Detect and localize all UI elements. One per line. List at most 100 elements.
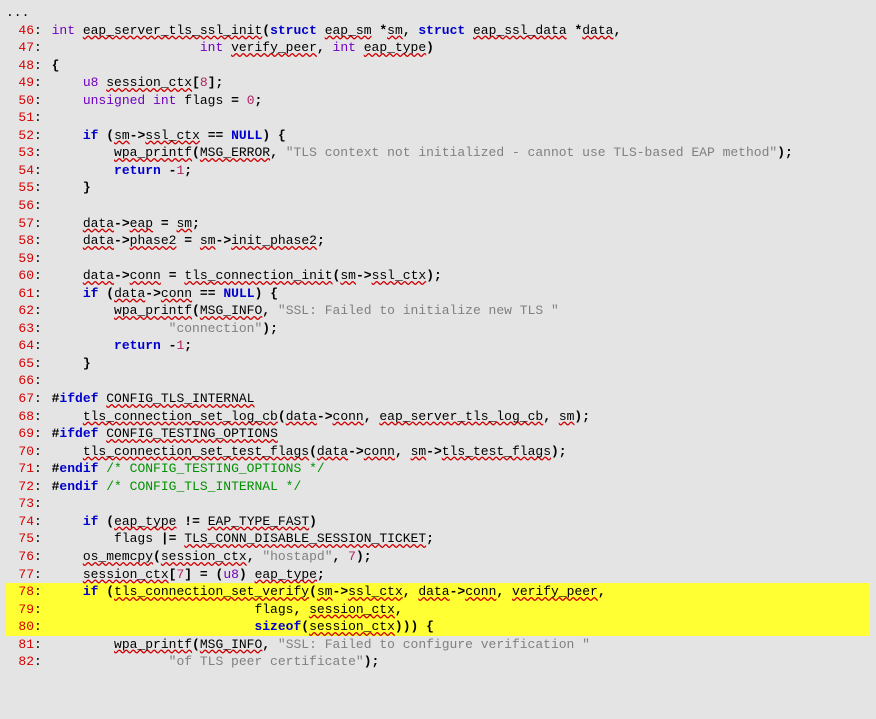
code-content: flags, session_ctx, bbox=[52, 601, 403, 619]
line-number: 67 bbox=[6, 390, 34, 408]
code-content: data->conn = tls_connection_init(sm->ssl… bbox=[52, 267, 442, 285]
line-number: 46 bbox=[6, 22, 34, 40]
line-number: 61 bbox=[6, 285, 34, 303]
line-number: 68 bbox=[6, 408, 34, 426]
code-content: sizeof(session_ctx))) { bbox=[52, 618, 434, 636]
code-content: if (eap_type != EAP_TYPE_FAST) bbox=[52, 513, 317, 531]
code-content: wpa_printf(MSG_ERROR, "TLS context not i… bbox=[52, 144, 793, 162]
code-line: 47: int verify_peer, int eap_type) bbox=[6, 39, 870, 57]
line-number: 77 bbox=[6, 566, 34, 584]
code-content: "connection"); bbox=[52, 320, 278, 338]
line-number: 71 bbox=[6, 460, 34, 478]
line-number: 60 bbox=[6, 267, 34, 285]
line-number: 69 bbox=[6, 425, 34, 443]
code-line: 81: wpa_printf(MSG_INFO, "SSL: Failed to… bbox=[6, 636, 870, 654]
code-line: 69: #ifdef CONFIG_TESTING_OPTIONS bbox=[6, 425, 870, 443]
line-number: 74 bbox=[6, 513, 34, 531]
code-content: wpa_printf(MSG_INFO, "SSL: Failed to ini… bbox=[52, 302, 559, 320]
line-number: 75 bbox=[6, 530, 34, 548]
line-number: 62 bbox=[6, 302, 34, 320]
code-content: #ifdef CONFIG_TESTING_OPTIONS bbox=[52, 425, 278, 443]
code-content: if (data->conn == NULL) { bbox=[52, 285, 278, 303]
line-number: 76 bbox=[6, 548, 34, 566]
code-content: return -1; bbox=[52, 162, 192, 180]
line-number: 53 bbox=[6, 144, 34, 162]
code-line: 77: session_ctx[7] = (u8) eap_type; bbox=[6, 566, 870, 584]
line-number: 70 bbox=[6, 443, 34, 461]
ellipsis: ... bbox=[6, 4, 870, 22]
line-number: 56 bbox=[6, 197, 34, 215]
line-number: 72 bbox=[6, 478, 34, 496]
code-line: 73: bbox=[6, 495, 870, 513]
code-content: "of TLS peer certificate"); bbox=[52, 653, 380, 671]
line-number: 59 bbox=[6, 250, 34, 268]
code-content: return -1; bbox=[52, 337, 192, 355]
code-line: 59: bbox=[6, 250, 870, 268]
line-number: 57 bbox=[6, 215, 34, 233]
code-line: 54: return -1; bbox=[6, 162, 870, 180]
line-number: 49 bbox=[6, 74, 34, 92]
code-line: 80: sizeof(session_ctx))) { bbox=[6, 618, 870, 636]
line-number: 63 bbox=[6, 320, 34, 338]
code-content: data->eap = sm; bbox=[52, 215, 200, 233]
code-line: 60: data->conn = tls_connection_init(sm-… bbox=[6, 267, 870, 285]
line-number: 73 bbox=[6, 495, 34, 513]
code-line: 62: wpa_printf(MSG_INFO, "SSL: Failed to… bbox=[6, 302, 870, 320]
code-line: 66: bbox=[6, 372, 870, 390]
code-content: } bbox=[52, 355, 91, 373]
code-line: 68: tls_connection_set_log_cb(data->conn… bbox=[6, 408, 870, 426]
code-line: 79: flags, session_ctx, bbox=[6, 601, 870, 619]
code-listing: ...46: int eap_server_tls_ssl_init(struc… bbox=[0, 0, 876, 679]
line-number: 78 bbox=[6, 583, 34, 601]
code-content: int eap_server_tls_ssl_init(struct eap_s… bbox=[52, 22, 622, 40]
line-number: 47 bbox=[6, 39, 34, 57]
code-line: 52: if (sm->ssl_ctx == NULL) { bbox=[6, 127, 870, 145]
code-line: 67: #ifdef CONFIG_TLS_INTERNAL bbox=[6, 390, 870, 408]
code-line: 65: } bbox=[6, 355, 870, 373]
code-line: 78: if (tls_connection_set_verify(sm->ss… bbox=[6, 583, 870, 601]
code-content: u8 session_ctx[8]; bbox=[52, 74, 224, 92]
code-line: 64: return -1; bbox=[6, 337, 870, 355]
code-content: data->phase2 = sm->init_phase2; bbox=[52, 232, 325, 250]
code-content: unsigned int flags = 0; bbox=[52, 92, 263, 110]
code-line: 82: "of TLS peer certificate"); bbox=[6, 653, 870, 671]
code-content: } bbox=[52, 179, 91, 197]
code-line: 55: } bbox=[6, 179, 870, 197]
line-number: 55 bbox=[6, 179, 34, 197]
line-number: 58 bbox=[6, 232, 34, 250]
line-number: 81 bbox=[6, 636, 34, 654]
code-line: 72: #endif /* CONFIG_TLS_INTERNAL */ bbox=[6, 478, 870, 496]
code-line: 76: os_memcpy(session_ctx, "hostapd", 7)… bbox=[6, 548, 870, 566]
line-number: 82 bbox=[6, 653, 34, 671]
code-content: #ifdef CONFIG_TLS_INTERNAL bbox=[52, 390, 255, 408]
code-content: #endif /* CONFIG_TESTING_OPTIONS */ bbox=[52, 460, 325, 478]
code-content: if (sm->ssl_ctx == NULL) { bbox=[52, 127, 286, 145]
code-content: flags |= TLS_CONN_DISABLE_SESSION_TICKET… bbox=[52, 530, 434, 548]
code-line: 51: bbox=[6, 109, 870, 127]
line-number: 80 bbox=[6, 618, 34, 636]
code-content: int verify_peer, int eap_type) bbox=[52, 39, 434, 57]
line-number: 66 bbox=[6, 372, 34, 390]
code-content: #endif /* CONFIG_TLS_INTERNAL */ bbox=[52, 478, 302, 496]
line-number: 54 bbox=[6, 162, 34, 180]
line-number: 50 bbox=[6, 92, 34, 110]
code-line: 48: { bbox=[6, 57, 870, 75]
line-number: 51 bbox=[6, 109, 34, 127]
code-line: 50: unsigned int flags = 0; bbox=[6, 92, 870, 110]
code-line: 57: data->eap = sm; bbox=[6, 215, 870, 233]
line-number: 52 bbox=[6, 127, 34, 145]
line-number: 48 bbox=[6, 57, 34, 75]
code-line: 61: if (data->conn == NULL) { bbox=[6, 285, 870, 303]
code-line: 58: data->phase2 = sm->init_phase2; bbox=[6, 232, 870, 250]
code-line: 46: int eap_server_tls_ssl_init(struct e… bbox=[6, 22, 870, 40]
code-line: 75: flags |= TLS_CONN_DISABLE_SESSION_TI… bbox=[6, 530, 870, 548]
line-number: 64 bbox=[6, 337, 34, 355]
code-content: wpa_printf(MSG_INFO, "SSL: Failed to con… bbox=[52, 636, 590, 654]
line-number: 79 bbox=[6, 601, 34, 619]
code-line: 70: tls_connection_set_test_flags(data->… bbox=[6, 443, 870, 461]
code-content: os_memcpy(session_ctx, "hostapd", 7); bbox=[52, 548, 372, 566]
code-line: 71: #endif /* CONFIG_TESTING_OPTIONS */ bbox=[6, 460, 870, 478]
code-line: 74: if (eap_type != EAP_TYPE_FAST) bbox=[6, 513, 870, 531]
code-content: tls_connection_set_test_flags(data->conn… bbox=[52, 443, 567, 461]
code-content: session_ctx[7] = (u8) eap_type; bbox=[52, 566, 325, 584]
